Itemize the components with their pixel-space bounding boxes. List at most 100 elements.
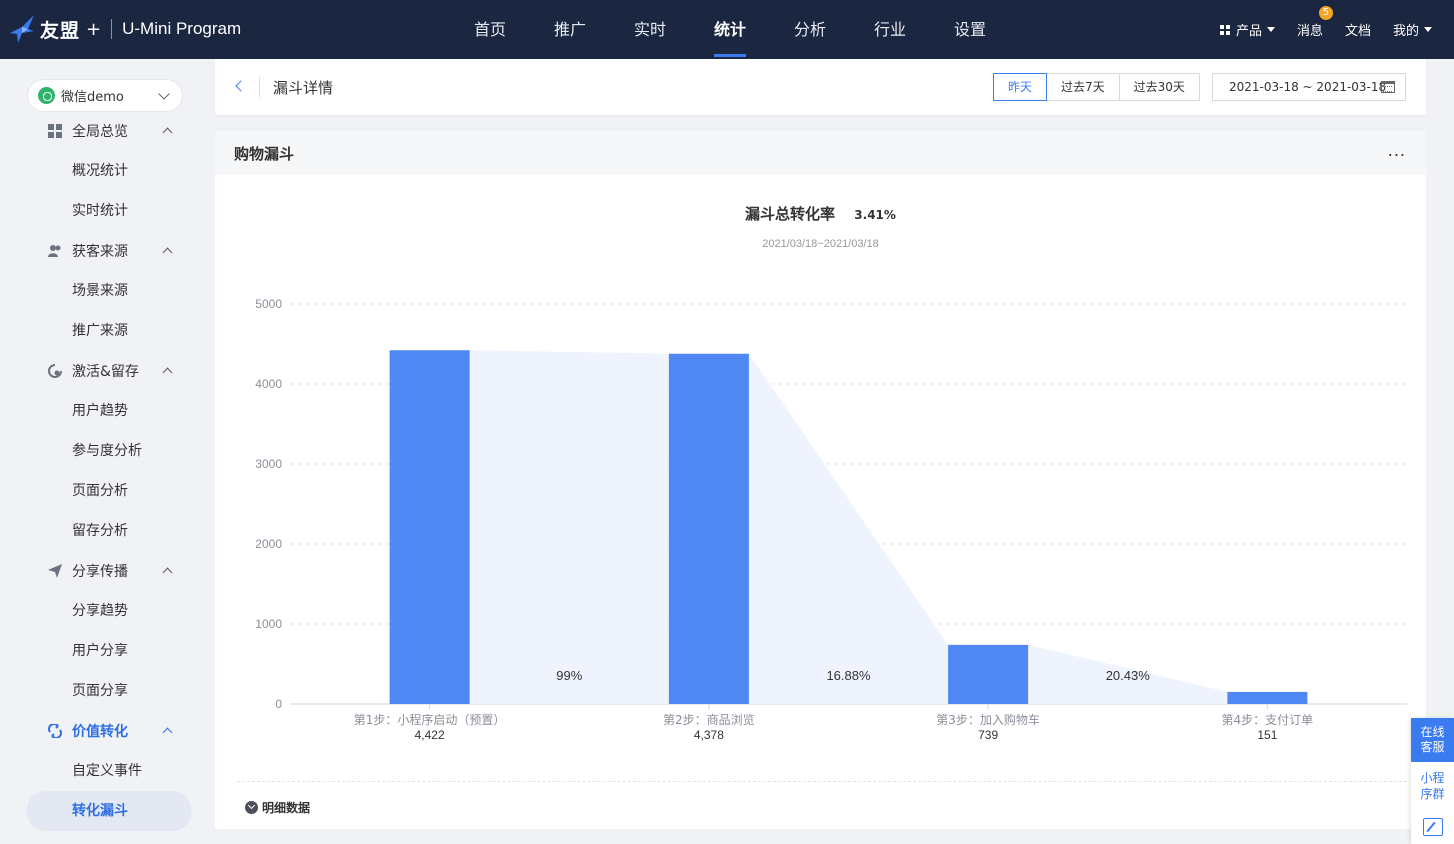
nav-promotion[interactable]: 推广: [530, 0, 610, 59]
x-category-label: 第2步：商品浏览: [663, 712, 755, 727]
online-service-button[interactable]: 在线 客服: [1411, 718, 1454, 762]
detail-data-toggle[interactable]: 明细数据: [245, 799, 310, 816]
sidebar-group-sharing[interactable]: 分享传播: [0, 551, 215, 591]
app-selector[interactable]: 微信demo: [27, 79, 183, 112]
y-tick-label: 5000: [255, 297, 282, 311]
nav-statistics[interactable]: 统计: [690, 0, 770, 59]
sidebar-item-share-trend[interactable]: 分享趋势: [0, 591, 215, 631]
detail-divider: [237, 781, 1407, 782]
sidebar-item-page-share[interactable]: 页面分享: [0, 671, 215, 711]
expand-circle-icon: [245, 801, 258, 814]
umeng-bird-icon: [10, 15, 34, 43]
caret-down-icon: [1424, 27, 1432, 32]
sidebar-group-retention[interactable]: 激活&留存: [0, 351, 215, 391]
sidebar-group-acquisition[interactable]: 获客来源: [0, 231, 215, 271]
sidebar-item-promo-source[interactable]: 推广来源: [0, 311, 215, 351]
range-30days-button[interactable]: 过去30天: [1118, 73, 1200, 101]
top-navbar: 友盟 + U-Mini Program 首页 推广 实时 统计 分析 行业 设置…: [0, 0, 1454, 59]
group-line1: 小程: [1420, 771, 1445, 785]
docs-link[interactable]: 文档: [1345, 20, 1371, 39]
x-category-label: 第1步：小程序启动（预置）: [354, 712, 506, 727]
conversion-rate-label: 20.43%: [1106, 668, 1151, 683]
chevron-down-icon: [158, 88, 170, 100]
app-name: 微信demo: [61, 90, 124, 105]
products-label: 产品: [1235, 24, 1262, 39]
y-tick-label: 3000: [255, 457, 282, 471]
y-tick-label: 2000: [255, 537, 282, 551]
y-tick-label: 1000: [255, 617, 282, 631]
messages-label: 消息: [1296, 24, 1323, 39]
brand-logo[interactable]: 友盟 + U-Mini Program: [8, 12, 241, 46]
products-menu[interactable]: 产品: [1219, 20, 1275, 39]
x-category-label: 第4步：支付订单: [1222, 713, 1314, 727]
refresh-search-icon: [48, 364, 62, 378]
mini-program-icon: [38, 87, 55, 104]
funnel-bar: [948, 644, 1029, 704]
sidebar-item-page-analysis[interactable]: 页面分析: [0, 471, 215, 511]
sidebar-item-engagement[interactable]: 参与度分析: [0, 431, 215, 471]
sidebar-group-label: 获客来源: [72, 244, 128, 260]
x-value-label: 151: [1257, 728, 1277, 742]
messages-link[interactable]: 消息 5: [1296, 6, 1333, 39]
sidebar-group-label: 价值转化: [72, 724, 128, 740]
funnel-connector: [469, 350, 669, 704]
nav-home[interactable]: 首页: [450, 0, 530, 59]
sidebar-item-scene-source[interactable]: 场景来源: [0, 271, 215, 311]
top-right-menu: 产品 消息 5 文档 我的: [1219, 0, 1454, 59]
conversion-rate-label: 99%: [556, 668, 582, 683]
brand-name: 友盟: [40, 19, 81, 42]
feedback-edit-icon[interactable]: [1423, 818, 1443, 836]
send-icon: [48, 564, 62, 578]
dashboard-icon: [48, 124, 62, 138]
range-yesterday-button[interactable]: 昨天: [993, 73, 1048, 101]
date-range-value: 2021-03-18 ~ 2021-03-18: [1229, 80, 1387, 94]
caret-down-icon: [1266, 27, 1275, 32]
sidebar-item-retention-analysis[interactable]: 留存分析: [0, 511, 215, 551]
funnel-bar: [389, 350, 470, 704]
group-line2: 序群: [1420, 787, 1445, 801]
range-7days-button[interactable]: 过去7天: [1046, 73, 1120, 101]
messages-badge: 5: [1318, 6, 1333, 20]
y-tick-label: 0: [275, 697, 282, 711]
x-category-label: 第3步：加入购物车: [936, 712, 1040, 727]
x-value-label: 4,378: [694, 728, 724, 742]
sidebar-item-realtime-stats[interactable]: 实时统计: [0, 191, 215, 231]
online-service-line1: 在线: [1420, 725, 1445, 739]
conversion-rate-label: 16.88%: [826, 668, 871, 683]
chevron-up-icon: [162, 367, 173, 378]
sidebar-item-overview-stats[interactable]: 概况统计: [0, 151, 215, 191]
sidebar-group-conversion[interactable]: 价值转化: [0, 711, 215, 751]
sidebar-item-conversion-funnel[interactable]: 转化漏斗: [27, 791, 191, 831]
calendar-icon: [1381, 81, 1395, 93]
sidebar-item-user-trend[interactable]: 用户趋势: [0, 391, 215, 431]
chevron-up-icon: [162, 247, 173, 258]
docs-label: 文档: [1344, 24, 1371, 39]
date-range-tabs: 昨天 过去7天 过去30天: [993, 73, 1200, 101]
floating-help-panel: 在线 客服 小程 序群: [1411, 718, 1454, 844]
sidebar-item-custom-events[interactable]: 自定义事件: [0, 751, 215, 791]
x-value-label: 4,422: [415, 728, 445, 742]
brand-plus: +: [86, 18, 102, 40]
account-menu[interactable]: 我的: [1393, 20, 1432, 39]
sidebar-group-label: 分享传播: [72, 564, 128, 580]
sidebar-group-label: 全局总览: [72, 124, 128, 140]
y-tick-label: 4000: [255, 377, 282, 391]
product-name: U-Mini Program: [122, 19, 242, 38]
overall-conversion-rate: 3.41%: [854, 208, 896, 222]
date-range-picker[interactable]: 2021-03-18 ~ 2021-03-18: [1212, 73, 1406, 101]
funnel-connector: [748, 353, 949, 704]
sidebar-item-user-share[interactable]: 用户分享: [0, 631, 215, 671]
sidebar: 微信demo 全局总览 概况统计 实时统计 获客来源 场景来源 推广来源 激活&…: [0, 59, 215, 844]
apps-grid-icon: [1219, 24, 1230, 35]
nav-industry[interactable]: 行业: [850, 0, 930, 59]
nav-settings[interactable]: 设置: [930, 0, 1010, 59]
sidebar-menu: 全局总览 概况统计 实时统计 获客来源 场景来源 推广来源 激活&留存 用户趋势…: [0, 111, 215, 831]
back-arrow-icon[interactable]: [235, 80, 247, 92]
sidebar-group-label: 激活&留存: [72, 364, 139, 380]
chevron-up-icon: [162, 727, 173, 738]
mini-program-group-button[interactable]: 小程 序群: [1411, 762, 1454, 806]
sidebar-group-overview[interactable]: 全局总览: [0, 111, 215, 151]
more-options-icon[interactable]: ...: [1388, 141, 1406, 160]
nav-analysis[interactable]: 分析: [770, 0, 850, 59]
nav-realtime[interactable]: 实时: [610, 0, 690, 59]
